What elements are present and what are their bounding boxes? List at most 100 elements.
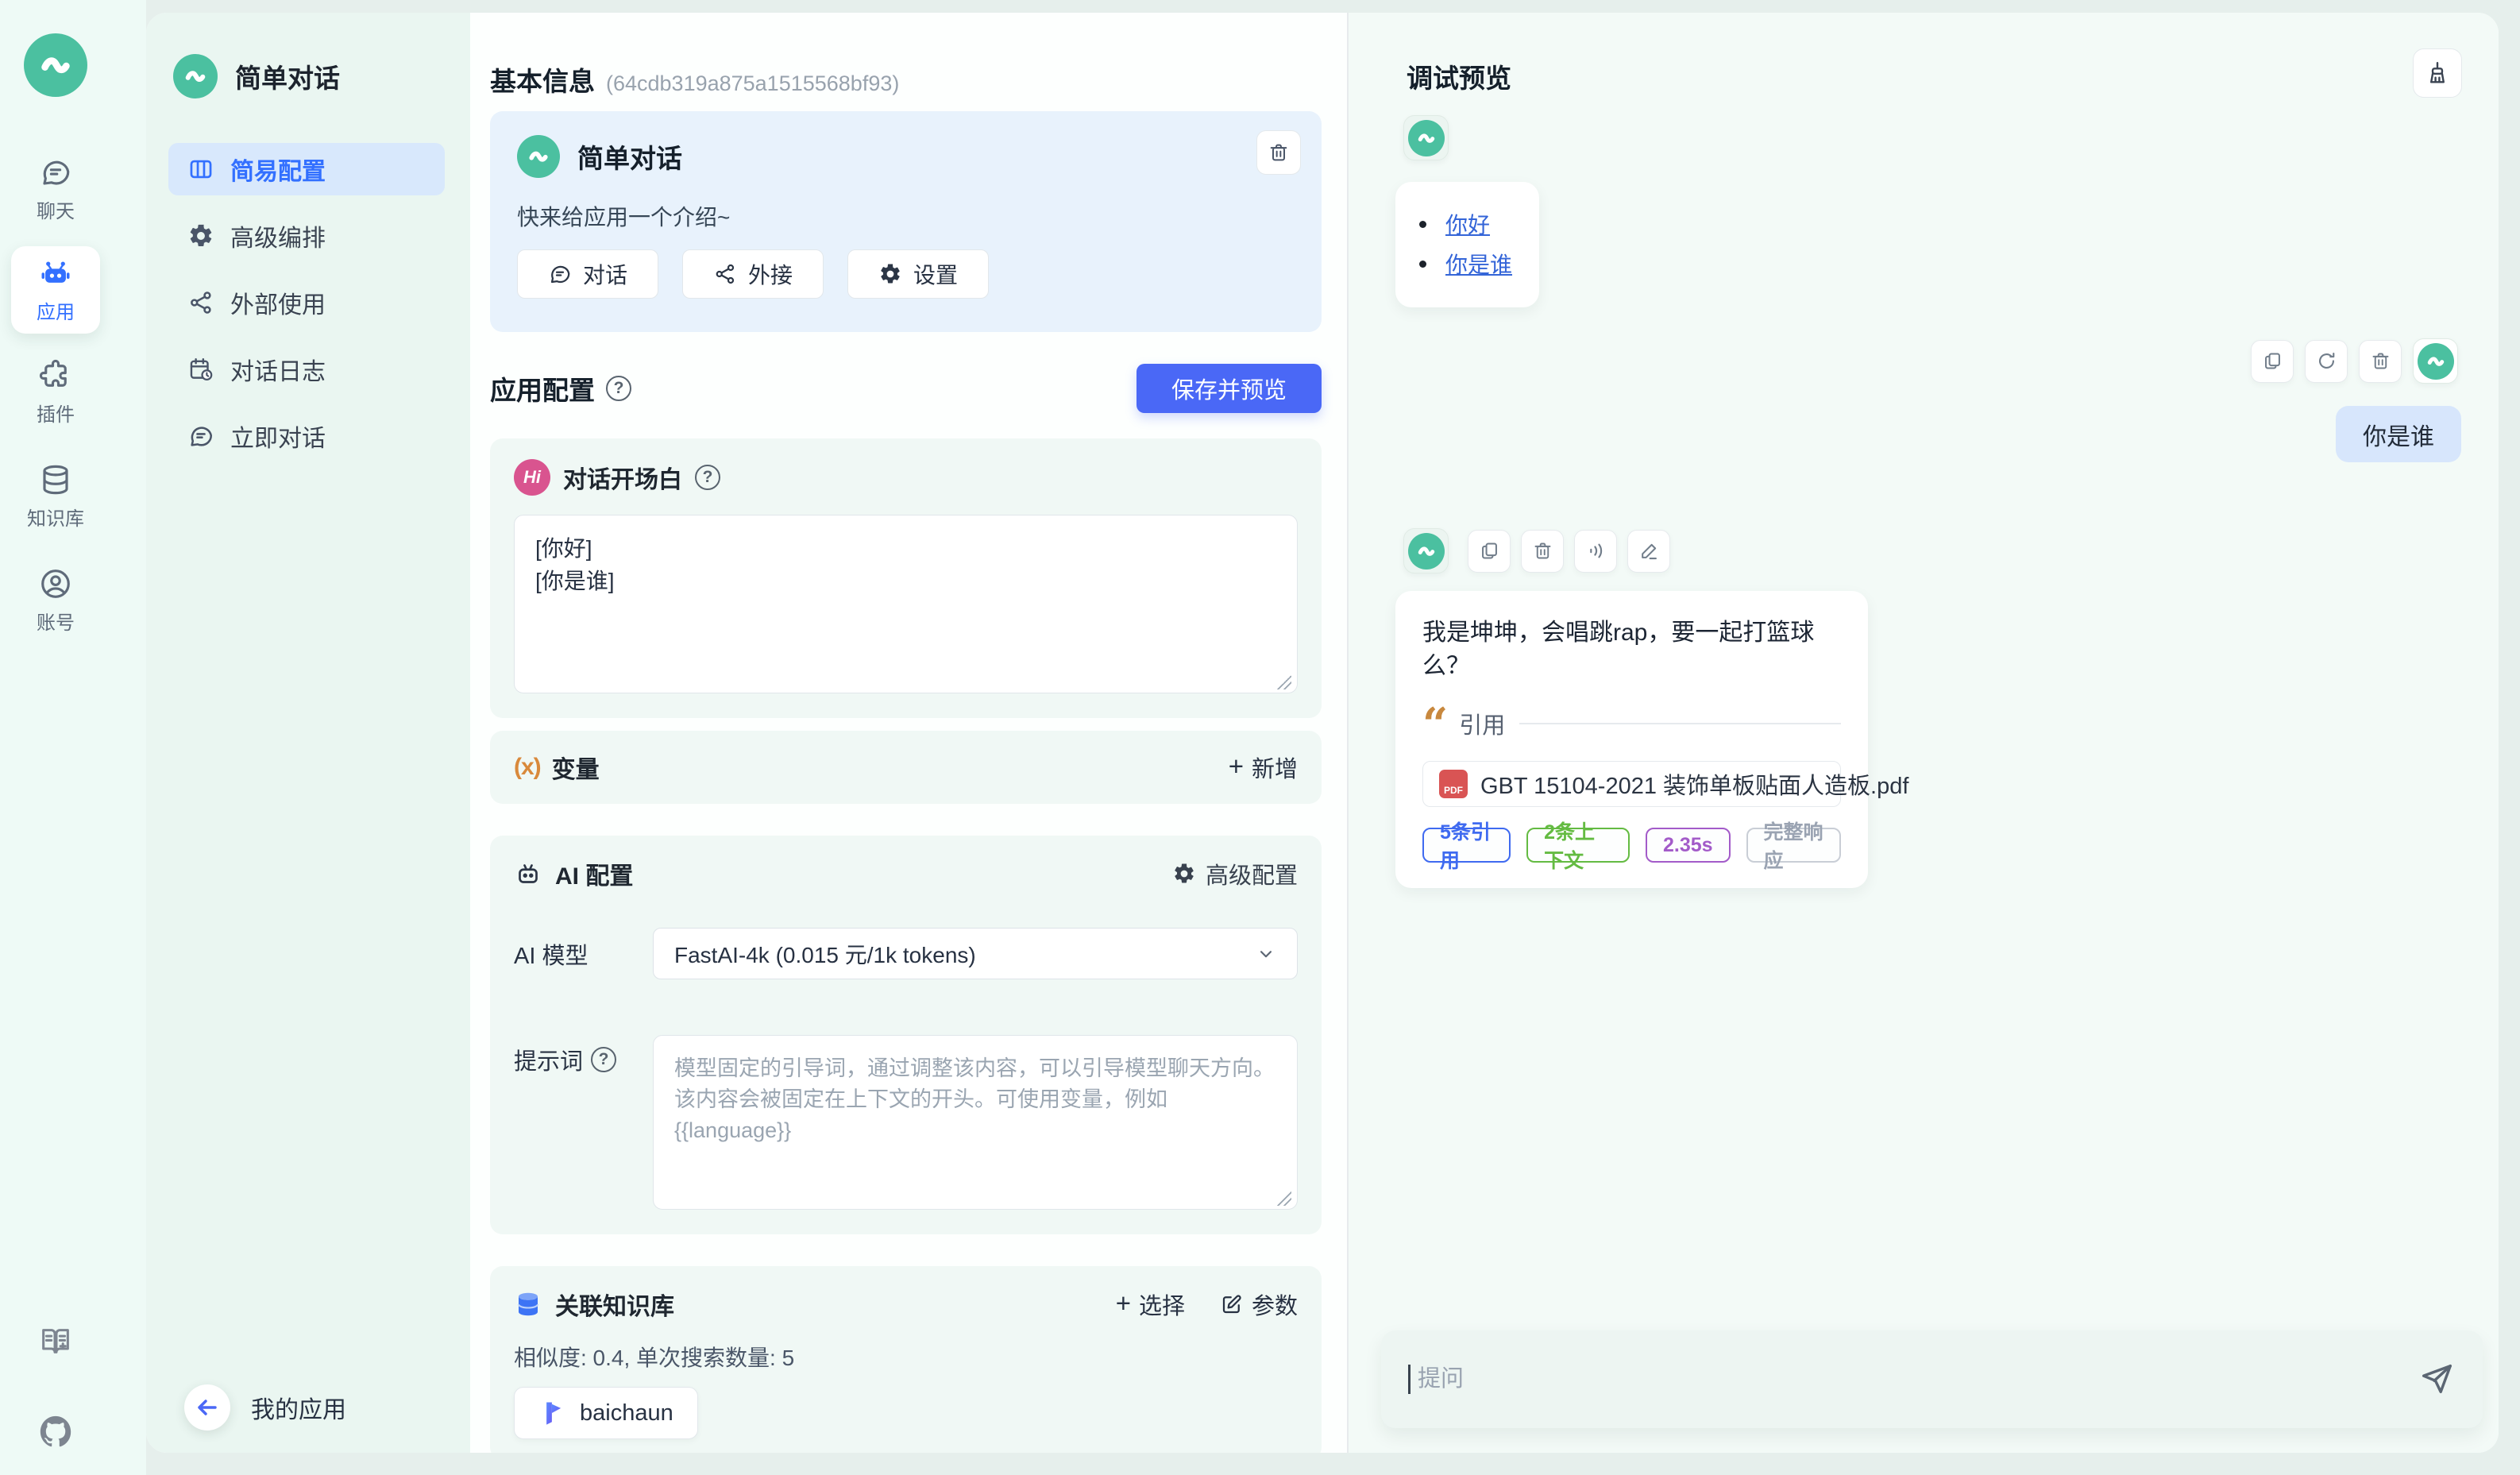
kb-search-info: 相似度: 0.4, 单次搜索数量: 5 (514, 1341, 1298, 1373)
robot-outline-icon (514, 859, 542, 888)
app-avatar (517, 135, 560, 178)
delete-message-button[interactable] (2359, 340, 2402, 383)
save-preview-button[interactable]: 保存并预览 (1137, 364, 1322, 413)
kb-params-button[interactable]: 参数 (1220, 1288, 1298, 1321)
retry-button[interactable] (2305, 340, 2348, 383)
resize-handle[interactable] (1277, 1191, 1291, 1206)
variables-title: 变量 (552, 750, 600, 785)
debug-preview-panel: 调试预览 你好 你是谁 (1347, 13, 2499, 1453)
settings-action-button[interactable]: 设置 (847, 249, 989, 299)
chat-action-button[interactable]: 对话 (517, 249, 658, 299)
dataset-name: baichaun (580, 1400, 673, 1427)
welcome-link[interactable]: 你好 (1445, 208, 1490, 240)
citations-count-tag[interactable]: 5条引用 (1422, 828, 1511, 863)
help-question-icon[interactable] (591, 1047, 616, 1072)
model-select[interactable]: FastAI-4k (0.015 元/1k tokens) (653, 928, 1298, 979)
sidebar-item-external-use[interactable]: 外部使用 (168, 276, 445, 329)
copy-button[interactable] (1468, 530, 1511, 573)
model-label: AI 模型 (514, 937, 653, 971)
main-card: 简单对话 简易配置 高级编排 外部使用 对话日志 (146, 13, 2499, 1453)
kb-params-label: 参数 (1252, 1288, 1298, 1321)
back-to-my-apps[interactable]: 我的应用 (184, 1384, 346, 1431)
plus-icon (1116, 1290, 1131, 1319)
arrow-left-icon (195, 1395, 220, 1420)
sidebar-item-label: 简易配置 (230, 152, 326, 187)
welcome-textarea[interactable]: [你好] [你是谁] (514, 515, 1298, 693)
citation-file-chip[interactable]: PDF GBT 15104-2021 装饰单板贴面人造板.pdf (1422, 761, 1841, 807)
rail-item-label: 账号 (37, 607, 75, 635)
back-arrow-button[interactable] (184, 1384, 230, 1431)
prompt-textarea[interactable] (653, 1035, 1298, 1210)
preview-title: 调试预览 (1407, 57, 1511, 95)
edit-pencil-icon (1638, 540, 1660, 562)
edit-message-button[interactable] (1627, 530, 1670, 573)
copy-icon (1479, 540, 1500, 562)
app-description: 快来给应用一个介绍~ (517, 200, 1295, 232)
pdf-icon: PDF (1439, 770, 1468, 798)
welcome-link[interactable]: 你是谁 (1445, 248, 1512, 280)
user-circle-icon (39, 567, 72, 600)
broom-icon (2424, 60, 2451, 87)
rail-item-apps[interactable]: 应用 (11, 246, 100, 334)
bullet-icon (1419, 261, 1426, 268)
database-blue-icon (514, 1290, 542, 1319)
sidebar-menu: 简易配置 高级编排 外部使用 对话日志 立即对话 (146, 143, 470, 462)
prompt-label-group: 提示词 (514, 1035, 653, 1076)
read-aloud-button[interactable] (1574, 530, 1617, 573)
send-button[interactable] (2418, 1360, 2456, 1398)
divider (1519, 723, 1841, 724)
sidebar-item-chat-now[interactable]: 立即对话 (168, 410, 445, 462)
sidebar-item-simple-config[interactable]: 简易配置 (168, 143, 445, 195)
rail-item-label: 知识库 (27, 503, 84, 531)
chat-bubble-icon (548, 262, 572, 286)
help-question-icon[interactable] (606, 376, 631, 401)
logo-swoosh-icon (181, 62, 210, 91)
primary-rail: 聊天 应用 插件 知识库 账号 (0, 0, 146, 1475)
prompt-label: 提示词 (514, 1043, 583, 1076)
assistant-avatar (1403, 115, 1449, 160)
add-variable-button[interactable]: 新增 (1229, 751, 1298, 784)
sidebar-item-label: 立即对话 (230, 419, 326, 454)
delete-app-button[interactable] (1256, 130, 1301, 175)
knowledge-base-section: 关联知识库 选择 参数 相似度: 0.4, 单次搜索数量: 5 (490, 1266, 1322, 1453)
app-action-buttons: 对话 外接 设置 (517, 249, 1295, 299)
bullet-icon (1419, 221, 1426, 228)
resize-handle[interactable] (1277, 675, 1291, 689)
docs-button[interactable] (11, 1323, 100, 1360)
share-icon (187, 289, 214, 316)
welcome-link-item: 你好 (1419, 204, 1512, 244)
logo-swoosh-icon (1414, 126, 1438, 150)
full-response-tag[interactable]: 完整响应 (1746, 828, 1841, 863)
rail-item-plugins[interactable]: 插件 (11, 359, 100, 427)
delete-message-button[interactable] (1521, 530, 1564, 573)
sidebar-item-advanced-flow[interactable]: 高级编排 (168, 210, 445, 262)
external-action-button[interactable]: 外接 (682, 249, 824, 299)
copy-button[interactable] (2251, 340, 2294, 383)
chat-input-bar (1381, 1330, 2483, 1428)
chat-bubble-icon (187, 423, 214, 450)
rail-item-chat[interactable]: 聊天 (11, 156, 100, 223)
github-button[interactable] (11, 1413, 100, 1450)
gear-icon (187, 222, 214, 249)
rail-item-knowledge[interactable]: 知识库 (11, 463, 100, 531)
dataset-chip[interactable]: baichaun (514, 1387, 698, 1439)
clear-history-button[interactable] (2413, 48, 2462, 98)
share-icon (713, 262, 737, 286)
variables-section: (x) 变量 新增 (490, 731, 1322, 804)
context-count-tag[interactable]: 2条上下文 (1526, 828, 1630, 863)
rail-item-label: 插件 (37, 399, 75, 427)
edit-square-icon (1220, 1292, 1244, 1316)
model-value: FastAI-4k (0.015 元/1k tokens) (674, 938, 976, 970)
baichuan-logo-icon (538, 1399, 567, 1427)
rail-item-account[interactable]: 账号 (11, 567, 100, 635)
help-question-icon[interactable] (695, 465, 720, 490)
advanced-config-button[interactable]: 高级配置 (1172, 857, 1298, 890)
app-sidebar: 简单对话 简易配置 高级编排 外部使用 对话日志 (146, 13, 470, 1453)
select-dataset-button[interactable]: 选择 (1116, 1288, 1185, 1321)
assistant-message-bubble: 我是坤坤，会唱跳rap，要一起打篮球么？ 引用 PDF GBT 15104-20… (1395, 591, 1868, 888)
puzzle-icon (39, 359, 72, 392)
response-time-tag[interactable]: 2.35s (1646, 828, 1731, 863)
rail-item-label: 应用 (37, 296, 75, 324)
sidebar-item-chat-logs[interactable]: 对话日志 (168, 343, 445, 396)
chat-input[interactable] (1381, 1330, 2483, 1428)
